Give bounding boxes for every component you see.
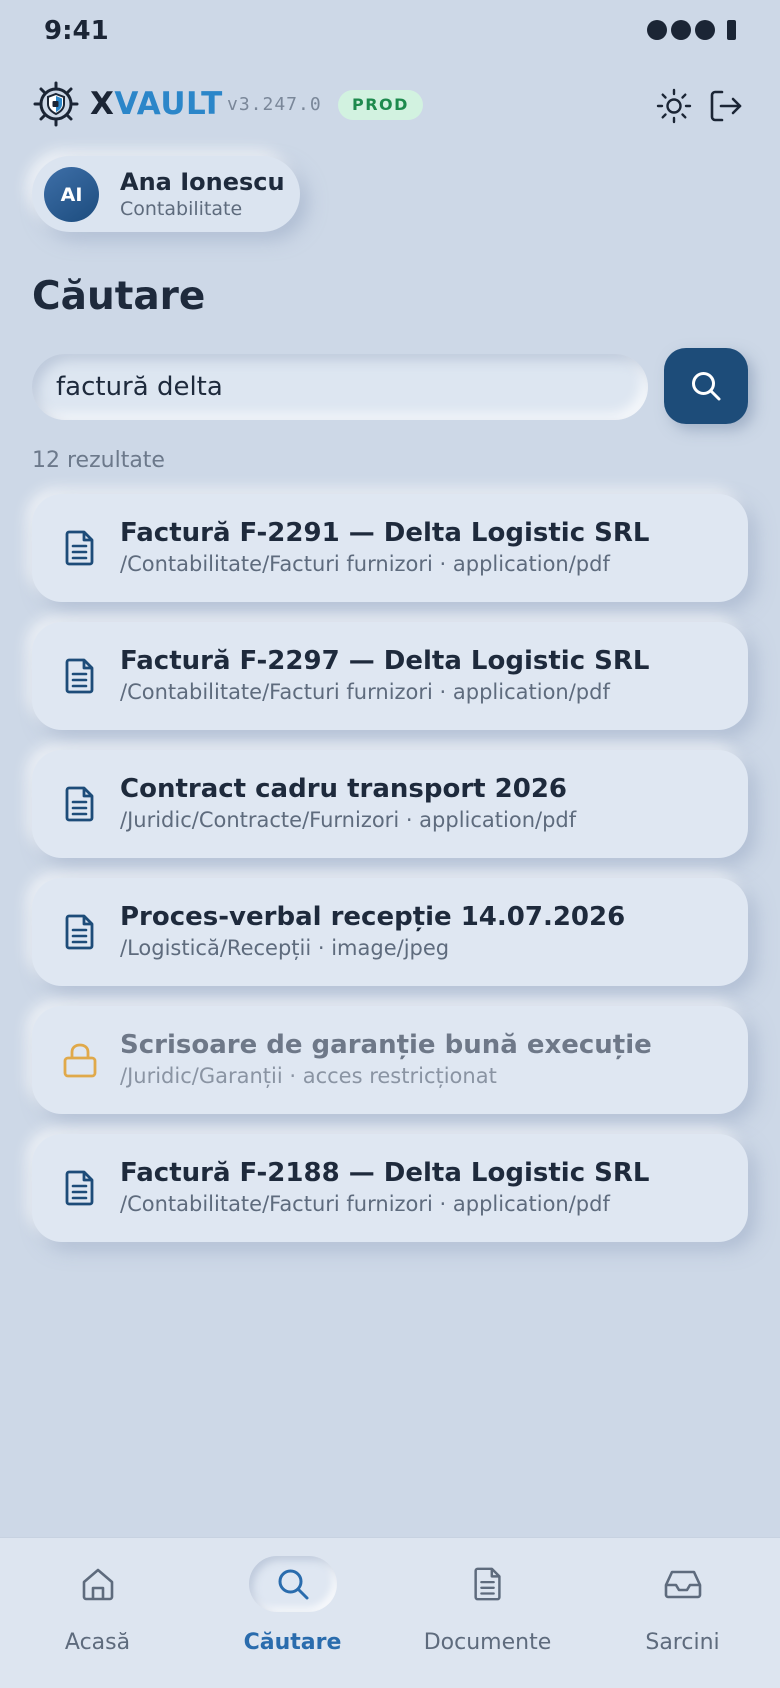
result-card[interactable]: Proces-verbal recepție 14.07.2026 /Logis… <box>32 878 748 986</box>
result-title: Scrisoare de garanție bună execuție <box>120 1030 652 1060</box>
results-count: 12 rezultate <box>32 448 165 473</box>
status-icons <box>647 20 736 40</box>
result-meta: /Contabilitate/Facturi furnizori · appli… <box>120 1192 610 1216</box>
result-meta: /Juridic/Contracte/Furnizori · applicati… <box>120 808 577 832</box>
tab-icon-container <box>444 1556 532 1612</box>
bottom-tab-bar: Acasă Căutare Documente Sarcini <box>0 1537 780 1688</box>
search-field <box>32 354 648 420</box>
tab-icon-container <box>248 1556 337 1612</box>
result-title: Proces-verbal recepție 14.07.2026 <box>120 902 626 932</box>
document-icon <box>65 786 94 822</box>
signal-dot-icon <box>695 20 715 40</box>
signal-dot-icon <box>647 20 667 40</box>
user-chip[interactable]: AI Ana Ionescu Contabilitate <box>32 156 300 232</box>
search-icon <box>278 1569 308 1600</box>
battery-icon <box>727 20 736 40</box>
search-input[interactable] <box>56 354 626 420</box>
tab-icon-container <box>54 1556 142 1612</box>
result-title: Contract cadru transport 2026 <box>120 774 568 804</box>
logout-icon <box>710 90 742 122</box>
tab-label: Căutare <box>243 1630 342 1655</box>
status-bar: 9:41 <box>0 0 780 64</box>
app-header: XVAULT v3.247.0 PROD <box>32 78 748 134</box>
result-card[interactable]: Factură F-2291 — Delta Logistic SRL /Con… <box>32 494 748 602</box>
lock-icon <box>63 1043 97 1078</box>
tab-search[interactable]: Căutare <box>195 1538 390 1688</box>
user-name: Ana Ionescu <box>120 168 285 196</box>
theme-toggle-button[interactable] <box>652 84 696 128</box>
home-icon <box>82 1568 113 1601</box>
tab-icon-container <box>639 1556 727 1612</box>
brand-name: XVAULT <box>90 86 223 122</box>
tab-label: Sarcini <box>645 1630 720 1655</box>
tab-label: Acasă <box>64 1630 131 1655</box>
result-meta: /Contabilitate/Facturi furnizori · appli… <box>120 552 610 576</box>
inbox-icon <box>664 1570 701 1599</box>
env-badge: PROD <box>338 90 423 120</box>
tab-home[interactable]: Acasă <box>0 1538 195 1688</box>
tab-label: Documente <box>423 1630 552 1655</box>
vault-shield-logo-icon <box>33 81 79 127</box>
search-button[interactable] <box>664 348 748 424</box>
version-label: v3.247.0 <box>227 94 322 115</box>
result-meta: /Logistică/Recepții · image/jpeg <box>120 936 450 960</box>
document-icon <box>65 658 94 694</box>
signal-dot-icon <box>671 20 691 40</box>
avatar: AI <box>44 167 99 222</box>
sun-icon <box>656 88 692 124</box>
result-title: Factură F-2188 — Delta Logistic SRL <box>120 1158 650 1188</box>
brand-x: X <box>90 86 115 122</box>
result-title: Factură F-2297 — Delta Logistic SRL <box>120 646 650 676</box>
result-meta: /Juridic/Garanții · acces restricționat <box>120 1064 497 1088</box>
result-meta: /Contabilitate/Facturi furnizori · appli… <box>120 680 610 704</box>
logout-button[interactable] <box>704 84 748 128</box>
document-icon <box>473 1567 501 1601</box>
results-list: Factură F-2291 — Delta Logistic SRL /Con… <box>32 494 748 1262</box>
document-icon <box>65 914 94 950</box>
user-department: Contabilitate <box>120 198 243 220</box>
document-icon <box>65 1170 94 1206</box>
result-title: Factură F-2291 — Delta Logistic SRL <box>120 518 650 548</box>
brand-vault: VAULT <box>114 86 223 122</box>
result-card[interactable]: Factură F-2188 — Delta Logistic SRL /Con… <box>32 1134 748 1242</box>
page-title: Căutare <box>32 274 206 319</box>
document-icon <box>65 530 94 566</box>
tab-documents[interactable]: Documente <box>390 1538 585 1688</box>
result-card[interactable]: Contract cadru transport 2026 /Juridic/C… <box>32 750 748 858</box>
tab-tasks[interactable]: Sarcini <box>585 1538 780 1688</box>
search-icon <box>692 372 721 401</box>
status-time: 9:41 <box>44 16 109 46</box>
result-card-restricted[interactable]: Scrisoare de garanție bună execuție /Jur… <box>32 1006 748 1114</box>
result-card[interactable]: Factură F-2297 — Delta Logistic SRL /Con… <box>32 622 748 730</box>
